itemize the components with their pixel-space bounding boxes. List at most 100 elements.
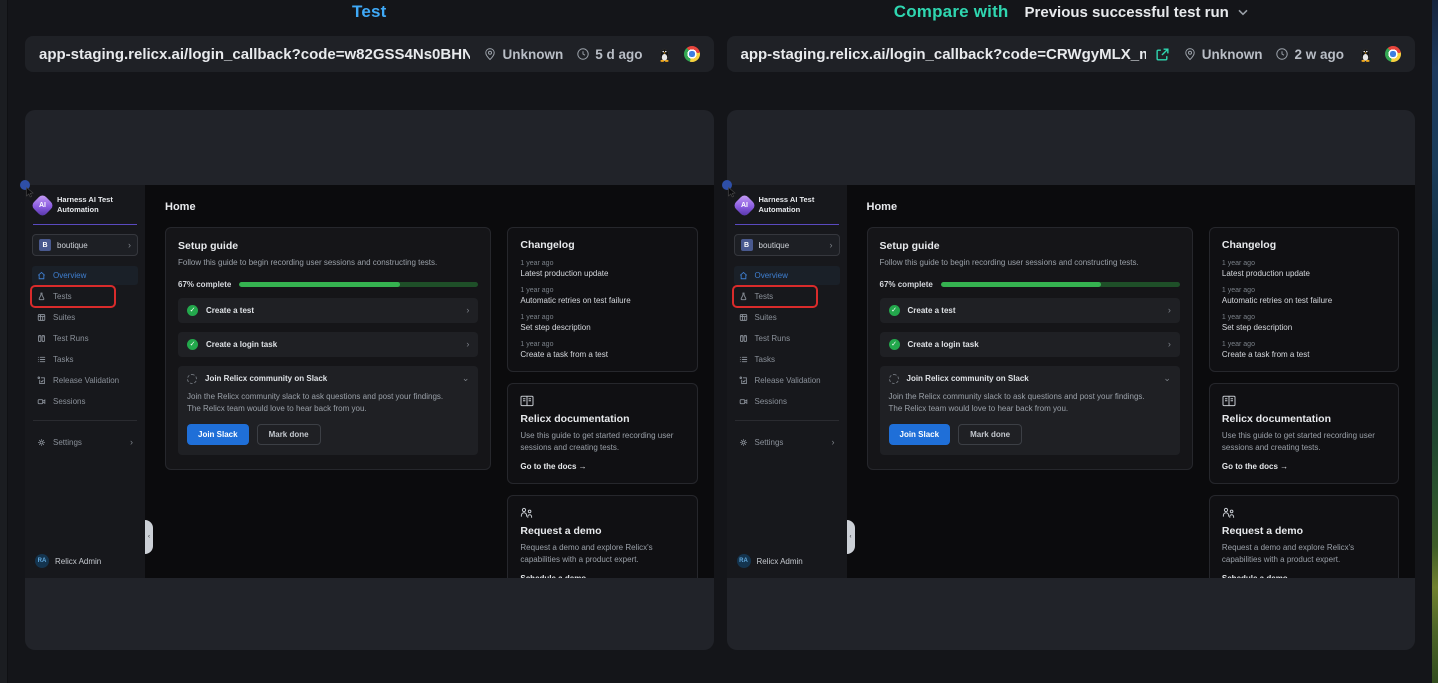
sidebar-item-test-runs[interactable]: Test Runs	[32, 329, 138, 348]
step-header[interactable]: Join Relicx community on Slack ⌄	[187, 374, 469, 384]
app-main: Home Setup guide Follow this guide to be…	[145, 185, 714, 578]
project-selector[interactable]: B boutique ›	[734, 234, 840, 256]
sidebar-item-release-validation[interactable]: Release Validation	[32, 371, 138, 390]
demo-card: Request a demo Request a demo and explor…	[1209, 495, 1399, 578]
mark-done-button[interactable]: Mark done	[257, 424, 321, 445]
run-title: Compare with	[894, 2, 1009, 22]
sidebar-item-sessions[interactable]: Sessions	[734, 392, 840, 411]
chevron-down-icon: ⌄	[462, 374, 470, 383]
harness-logo-icon: AI	[732, 193, 756, 217]
divider	[735, 224, 839, 225]
compare-screenshots-view: Test app-staging.relicx.ai/login_callbac…	[0, 0, 1438, 683]
go-to-docs-link[interactable]: Go to the docs →	[1222, 462, 1386, 471]
cursor-marker	[722, 180, 736, 196]
user-avatar: RA	[737, 554, 751, 568]
project-selector[interactable]: B boutique ›	[32, 234, 138, 256]
user-profile[interactable]: RA Relicx Admin	[732, 554, 842, 568]
go-to-docs-link[interactable]: Go to the docs →	[520, 462, 684, 471]
sidebar-item-overview[interactable]: Overview	[734, 266, 840, 285]
book-icon	[520, 395, 534, 407]
setup-guide-description: Follow this guide to begin recording use…	[880, 257, 1180, 269]
changelog-entry: 1 year ago Set step description	[1222, 314, 1386, 332]
sidebar-item-tests[interactable]: Tests	[32, 287, 114, 306]
brand-name: Harness AI Test Automation	[759, 195, 815, 215]
schedule-demo-link[interactable]: Schedule a demo →	[1222, 574, 1386, 578]
changelog-title: Changelog	[1222, 239, 1386, 251]
check-circle-icon: ✓	[187, 339, 198, 350]
location-meta: Unknown	[483, 47, 563, 62]
changelog-entry: 1 year ago Latest production update	[520, 260, 684, 278]
chevron-right-icon: ›	[830, 241, 833, 250]
sidebar-item-suites[interactable]: Suites	[734, 308, 840, 327]
app-screenshot: AI Harness AI Test Automation B boutique…	[727, 185, 1416, 578]
schedule-demo-link[interactable]: Schedule a demo →	[520, 574, 684, 578]
test-runs-icon	[37, 334, 46, 343]
page-url: app-staging.relicx.ai/login_callback?cod…	[741, 46, 1146, 63]
sidebar-item-tests[interactable]: Tests	[734, 287, 816, 306]
setup-step-create-test[interactable]: ✓ Create a test ›	[880, 298, 1180, 323]
app-main: Home Setup guide Follow this guide to be…	[847, 185, 1416, 578]
setup-guide-card: Setup guide Follow this guide to begin r…	[867, 227, 1193, 470]
join-slack-button[interactable]: Join Slack	[187, 424, 249, 445]
people-icon	[1222, 507, 1236, 519]
sidebar-item-sessions[interactable]: Sessions	[32, 392, 138, 411]
changelog-card: Changelog 1 year ago Latest production u…	[1209, 227, 1399, 372]
progress-bar	[941, 282, 1180, 287]
panels-container: Test app-staging.relicx.ai/login_callbac…	[25, 0, 1415, 650]
changelog-entry: 1 year ago Automatic retries on test fai…	[520, 287, 684, 305]
sidebar-nav: Overview Tests Suites Test Runs	[30, 266, 140, 411]
run-header: Compare with Previous successful test ru…	[727, 2, 1416, 22]
test-run-panel: Test app-staging.relicx.ai/login_callbac…	[25, 0, 714, 650]
video-camera-icon	[739, 397, 748, 406]
sidebar-item-test-runs[interactable]: Test Runs	[734, 329, 840, 348]
screenshot-panel: AI Harness AI Test Automation B boutique…	[25, 110, 714, 650]
sidebar-item-overview[interactable]: Overview	[32, 266, 138, 285]
check-circle-icon: ✓	[187, 305, 198, 316]
sidebar-collapse-handle[interactable]: ‹	[847, 520, 855, 554]
test-run-panel: Compare with Previous successful test ru…	[727, 0, 1416, 650]
setup-step-create-test[interactable]: ✓ Create a test ›	[178, 298, 478, 323]
clock-icon	[576, 47, 590, 61]
step-header[interactable]: Join Relicx community on Slack ⌄	[889, 374, 1171, 384]
mark-done-button[interactable]: Mark done	[958, 424, 1022, 445]
step-description: Join the Relicx community slack to ask q…	[187, 391, 455, 415]
demo-title: Request a demo	[1222, 525, 1386, 537]
location-label: Unknown	[1202, 47, 1263, 62]
check-circle-icon: ✓	[889, 339, 900, 350]
sidebar-item-tasks[interactable]: Tasks	[32, 350, 138, 369]
age-label: 2 w ago	[1294, 47, 1344, 62]
sidebar-nav: Overview Tests Suites Test Runs	[732, 266, 842, 411]
divider	[735, 420, 839, 421]
chrome-browser-icon	[1385, 46, 1401, 62]
harness-logo-icon: AI	[30, 193, 54, 217]
user-profile[interactable]: RA Relicx Admin	[30, 554, 140, 568]
url-bar[interactable]: app-staging.relicx.ai/login_callback?cod…	[25, 36, 714, 72]
run-header: Test	[25, 2, 714, 22]
linux-tux-icon	[1359, 47, 1372, 62]
setup-guide-title: Setup guide	[880, 240, 1180, 252]
right-column: Changelog 1 year ago Latest production u…	[507, 227, 697, 578]
progress-label: 67% complete	[178, 280, 231, 289]
mouse-pointer-icon	[26, 187, 34, 198]
sidebar-item-release-validation[interactable]: Release Validation	[734, 371, 840, 390]
chrome-browser-icon	[684, 46, 700, 62]
chevron-down-icon: ⌄	[1163, 374, 1171, 383]
docs-title: Relicx documentation	[1222, 413, 1386, 425]
external-link-icon[interactable]	[1155, 47, 1170, 62]
chevron-right-icon: ›	[128, 241, 131, 250]
url-bar[interactable]: app-staging.relicx.ai/login_callback?cod…	[727, 36, 1416, 72]
screenshot-panel: AI Harness AI Test Automation B boutique…	[727, 110, 1416, 650]
brand-name: Harness AI Test Automation	[57, 195, 113, 215]
home-icon	[739, 271, 748, 280]
sidebar-item-tasks[interactable]: Tasks	[734, 350, 840, 369]
sidebar-item-settings[interactable]: Settings ›	[32, 433, 138, 452]
age-meta: 2 w ago	[1275, 47, 1344, 62]
setup-step-create-login-task[interactable]: ✓ Create a login task ›	[880, 332, 1180, 357]
sidebar-item-suites[interactable]: Suites	[32, 308, 138, 327]
join-slack-button[interactable]: Join Slack	[889, 424, 951, 445]
page-title: Home	[867, 201, 1400, 213]
sidebar-collapse-handle[interactable]: ‹	[145, 520, 153, 554]
sidebar-item-settings[interactable]: Settings ›	[734, 433, 840, 452]
setup-step-create-login-task[interactable]: ✓ Create a login task ›	[178, 332, 478, 357]
compare-run-selector[interactable]: Previous successful test run	[1025, 4, 1248, 21]
